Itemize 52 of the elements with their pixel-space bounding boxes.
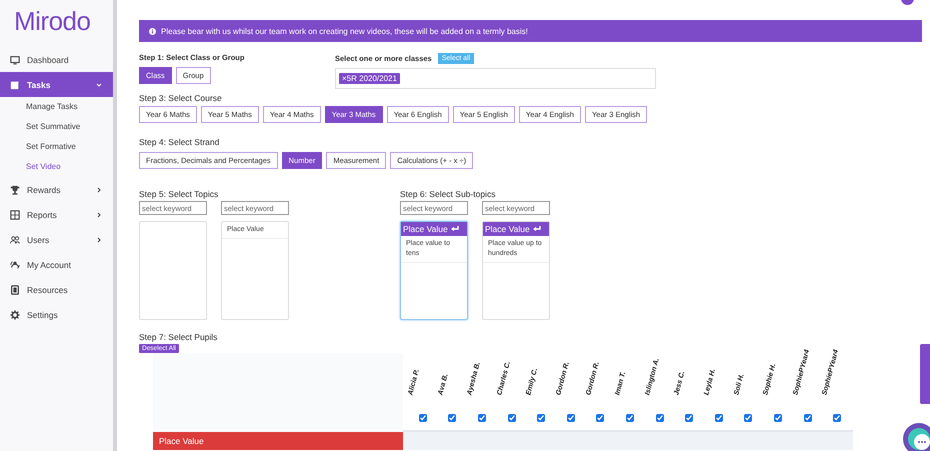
sidebar-subitem[interactable]: Manage Tasks — [0, 97, 113, 117]
pupil-checkbox[interactable] — [508, 414, 516, 422]
sidebar-item[interactable]: Settings — [0, 302, 113, 327]
sidebar-item[interactable]: My Account — [0, 252, 113, 277]
header-text: Place Value — [403, 224, 448, 234]
step-label: Step 3: Select Course — [139, 93, 223, 103]
header-text: Place Value — [485, 224, 530, 234]
chat-icon[interactable] — [902, 422, 930, 451]
return-icon — [532, 226, 541, 232]
resources-icon — [10, 284, 20, 294]
classes-field[interactable]: ×5R 2020/2021 — [335, 68, 656, 89]
topic-row-label: Place Value — [153, 432, 403, 450]
sidebar-item[interactable]: Dashboard — [0, 47, 113, 72]
pupil-checkbox[interactable] — [685, 414, 694, 422]
pupil-checkbox[interactable] — [833, 414, 842, 422]
step-label: Step 7: Select Pupils — [139, 332, 218, 342]
pupil-checkbox[interactable] — [537, 414, 546, 422]
pupil-checkbox[interactable] — [596, 414, 604, 422]
pupil-checkbox[interactable] — [566, 414, 575, 422]
pupil-checkbox[interactable] — [656, 414, 664, 422]
banner-text: Please bear with us whilst our team work on creating new videos, these will be added on a termly basis! — [161, 26, 528, 36]
sidebar-subitem[interactable]: Set Video — [0, 157, 113, 177]
pupil-checkbox[interactable] — [626, 414, 634, 422]
monitor-icon — [10, 54, 20, 64]
logo: Mirodo — [14, 6, 90, 37]
pupil-checkbox[interactable] — [478, 414, 486, 422]
step-label: Step 5: Select Topics — [139, 189, 220, 199]
users-icon — [10, 234, 20, 244]
sidebar-item[interactable]: Resources — [0, 277, 113, 302]
list-header[interactable]: Place Value — [401, 222, 467, 236]
step-label: Step 6: Select Sub-topics — [400, 189, 496, 199]
return-icon — [450, 226, 459, 232]
pupil-checkbox[interactable] — [714, 414, 723, 422]
pupil-checkbox[interactable] — [804, 414, 812, 422]
sidebar-item[interactable]: Users — [0, 227, 113, 252]
report-icon — [10, 210, 20, 220]
sidebar-item[interactable]: Reports — [0, 202, 113, 227]
sidebar-subitem[interactable]: Set Summative — [0, 117, 113, 137]
sidebar-item[interactable]: Tasks — [0, 72, 113, 97]
trophy-icon — [10, 184, 20, 194]
info-icon — [149, 28, 156, 34]
sidebar-item[interactable]: Rewards — [0, 177, 113, 202]
pupil-checkbox[interactable] — [774, 414, 782, 422]
pupil-checkbox[interactable] — [744, 414, 752, 422]
sidebar-subitem[interactable]: Set Formative — [0, 137, 113, 157]
gear-icon — [10, 310, 20, 320]
pupil-checkbox[interactable] — [448, 414, 456, 422]
account-icon — [10, 260, 20, 270]
list-header[interactable]: Place Value — [483, 222, 549, 236]
step-label: Step 4: Select Strand — [139, 137, 220, 147]
class-tag[interactable]: ×5R 2020/2021 — [339, 73, 400, 84]
pupil-checkbox[interactable] — [418, 414, 427, 422]
